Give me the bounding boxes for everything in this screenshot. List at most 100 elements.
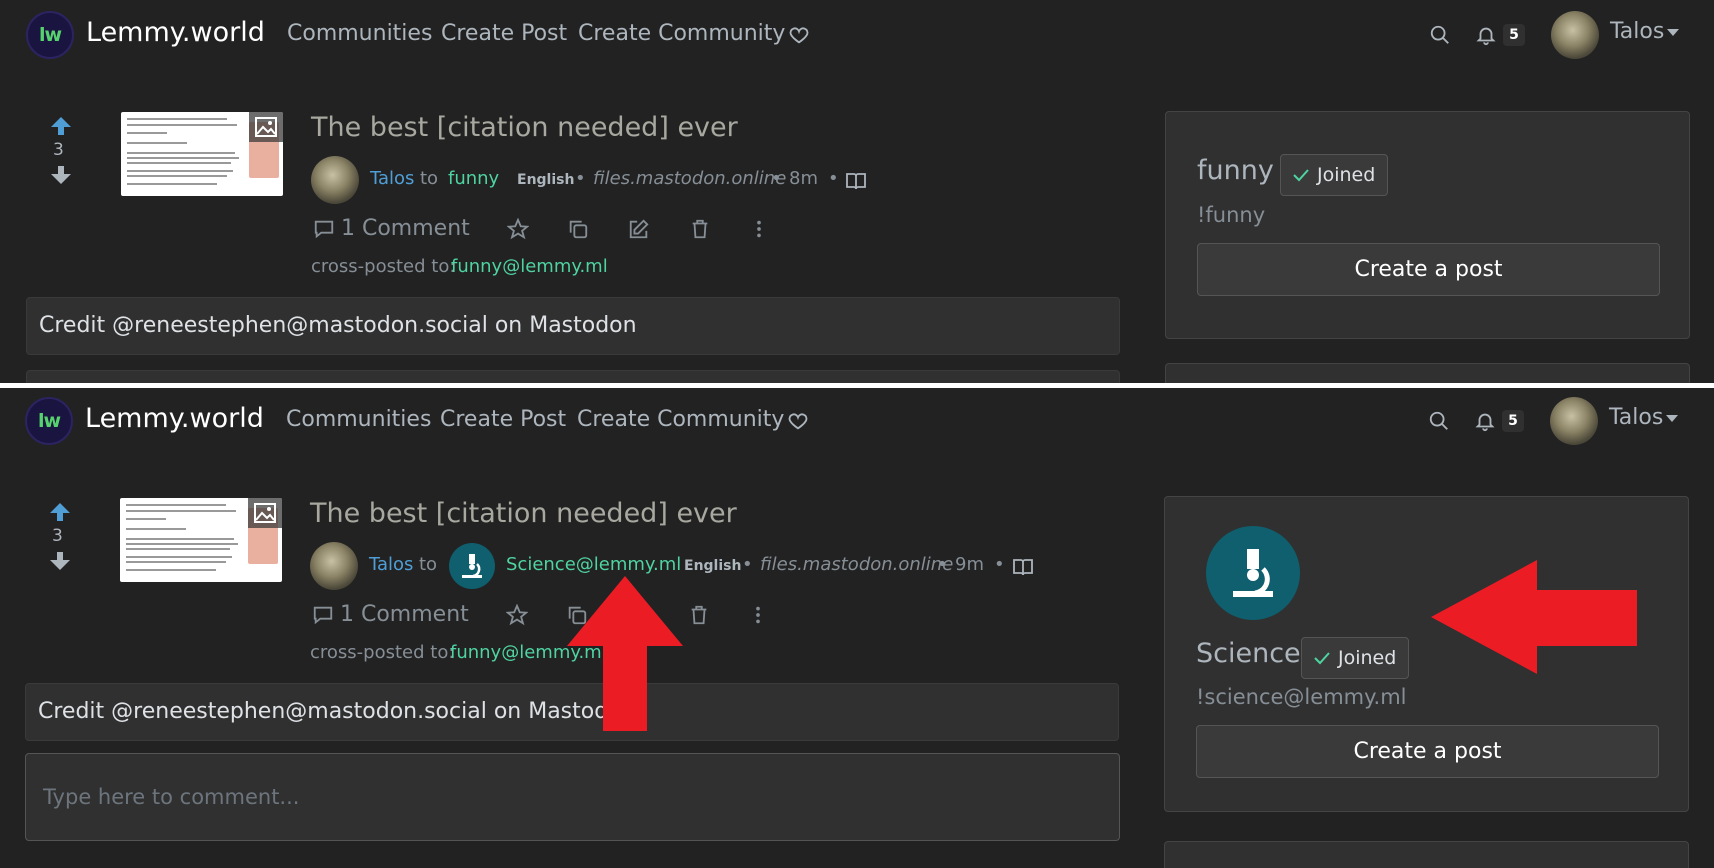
trash-icon[interactable] [689, 218, 711, 240]
author-avatar[interactable] [311, 156, 359, 204]
image-icon [248, 498, 282, 528]
post-community[interactable]: funny [448, 168, 499, 189]
heart-icon[interactable] [787, 410, 809, 432]
comment-box[interactable] [25, 753, 1120, 841]
bullet: • [937, 554, 948, 575]
post-community[interactable]: Science@lemmy.ml [506, 554, 681, 575]
logo-text: lw [38, 24, 62, 46]
post-author[interactable]: Talos [370, 168, 414, 189]
post-score: 3 [52, 526, 63, 546]
nav-create-post[interactable]: Create Post [441, 21, 567, 46]
search-icon[interactable] [1429, 24, 1451, 46]
cross-posted-label: cross-posted to: [311, 256, 456, 277]
user-avatar[interactable] [1550, 397, 1598, 445]
post-domain[interactable]: files.mastodon.online [760, 554, 953, 575]
microscope-icon [1233, 549, 1273, 597]
navbar: lw Lemmy.world Communities Create Post C… [0, 388, 1714, 460]
community-sidebar: funny Joined !funny Create a post [1165, 111, 1690, 339]
site-brand[interactable]: Lemmy.world [86, 17, 265, 48]
bell-icon[interactable] [1474, 410, 1496, 432]
user-avatar[interactable] [1551, 11, 1599, 59]
more-icon[interactable] [748, 218, 770, 240]
comments-link[interactable]: 1 Comment [341, 216, 470, 241]
screenshot-before: lw Lemmy.world Communities Create Post C… [0, 0, 1714, 383]
upvote-arrow-icon[interactable] [48, 501, 72, 523]
community-name: Science [1196, 638, 1301, 669]
downvote-arrow-icon[interactable] [48, 550, 72, 572]
cross-posted-link[interactable]: funny@lemmy.ml [451, 256, 608, 277]
post-body: Credit @reneestephen@mastodon.social on … [26, 297, 1120, 355]
nav-create-community[interactable]: Create Community [578, 21, 785, 46]
bullet: • [771, 168, 782, 189]
post-title[interactable]: The best [citation needed] ever [310, 498, 737, 529]
post-title[interactable]: The best [citation needed] ever [311, 112, 738, 143]
comments-link[interactable]: 1 Comment [340, 602, 469, 627]
post-score: 3 [53, 140, 64, 160]
notification-badge: 5 [1503, 24, 1525, 46]
post-author[interactable]: Talos [369, 554, 413, 575]
comment-icon[interactable] [312, 604, 334, 626]
site-logo[interactable]: lw [25, 397, 73, 445]
book-icon[interactable] [846, 172, 866, 190]
copy-icon[interactable] [567, 218, 589, 240]
bullet: • [575, 168, 586, 189]
community-icon[interactable] [449, 543, 495, 589]
nav-create-community[interactable]: Create Community [577, 407, 784, 432]
downvote-arrow-icon[interactable] [49, 164, 73, 186]
star-icon[interactable] [507, 218, 529, 240]
upvote-arrow-icon[interactable] [49, 115, 73, 137]
navbar: lw Lemmy.world Communities Create Post C… [0, 0, 1714, 72]
post-time: 9m [955, 554, 984, 575]
site-brand[interactable]: Lemmy.world [85, 403, 264, 434]
author-avatar[interactable] [310, 542, 358, 590]
post-body-text: Credit @reneestephen@mastodon.social on … [38, 699, 636, 724]
joined-label: Joined [1317, 164, 1376, 186]
comment-box-edge [26, 370, 1120, 383]
trash-icon[interactable] [688, 604, 710, 626]
sidebar-card-edge [1164, 841, 1689, 868]
create-post-button[interactable]: Create a post [1197, 243, 1660, 296]
bullet: • [828, 168, 839, 189]
post-thumbnail[interactable] [120, 498, 282, 582]
screenshot-after: lw Lemmy.world Communities Create Post C… [0, 388, 1714, 868]
nav-create-post[interactable]: Create Post [440, 407, 566, 432]
comment-icon[interactable] [313, 218, 335, 240]
star-icon[interactable] [506, 604, 528, 626]
annotation-arrow-up [567, 576, 683, 731]
bullet: • [742, 554, 753, 575]
microscope-icon [462, 554, 482, 578]
cross-posted-label: cross-posted to: [310, 642, 455, 663]
post-language: English [684, 558, 742, 574]
check-icon [1314, 652, 1330, 665]
heart-icon[interactable] [788, 24, 810, 46]
comment-input[interactable] [26, 754, 1119, 840]
nav-communities[interactable]: Communities [286, 407, 431, 432]
community-large-icon [1206, 526, 1300, 620]
caret-down-icon[interactable] [1667, 29, 1679, 36]
post-body-text: Credit @reneestephen@mastodon.social on … [39, 313, 637, 338]
search-icon[interactable] [1428, 410, 1450, 432]
check-icon [1293, 169, 1309, 182]
user-menu[interactable]: Talos [1610, 19, 1664, 44]
image-icon [249, 112, 283, 142]
sidebar-card-edge [1165, 363, 1690, 383]
book-icon[interactable] [1013, 558, 1033, 576]
nav-communities[interactable]: Communities [287, 21, 432, 46]
site-logo[interactable]: lw [26, 11, 74, 59]
joined-button[interactable]: Joined [1301, 637, 1410, 679]
post-to-label: to [419, 554, 438, 575]
post-domain[interactable]: files.mastodon.online [593, 168, 786, 189]
community-name: funny [1197, 155, 1274, 186]
more-icon[interactable] [747, 604, 769, 626]
post-language: English [517, 172, 575, 188]
joined-label: Joined [1338, 647, 1397, 669]
user-menu[interactable]: Talos [1609, 405, 1663, 430]
caret-down-icon[interactable] [1666, 415, 1678, 422]
bell-icon[interactable] [1475, 24, 1497, 46]
edit-icon[interactable] [628, 218, 650, 240]
post-thumbnail[interactable] [121, 112, 283, 196]
notification-badge: 5 [1502, 410, 1524, 432]
joined-button[interactable]: Joined [1280, 154, 1389, 196]
post-time: 8m [789, 168, 818, 189]
create-post-button[interactable]: Create a post [1196, 725, 1659, 778]
